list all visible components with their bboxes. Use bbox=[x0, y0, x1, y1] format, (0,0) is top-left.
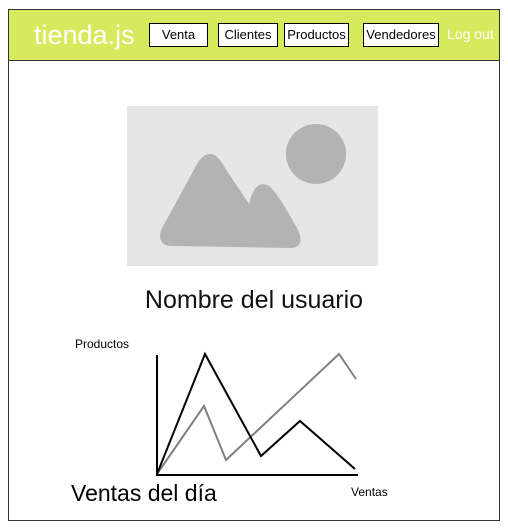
chart-series-black bbox=[156, 351, 356, 475]
sales-chart: Productos Ventas Ventas del día bbox=[71, 337, 388, 506]
chart-x-label: Ventas bbox=[351, 485, 388, 499]
chart-title: Ventas del día bbox=[71, 480, 217, 506]
chart-y-label: Productos bbox=[75, 337, 129, 351]
page-frame: tienda.js Venta Clientes Productos Vende… bbox=[8, 9, 500, 521]
chart-series-gray bbox=[156, 352, 357, 475]
